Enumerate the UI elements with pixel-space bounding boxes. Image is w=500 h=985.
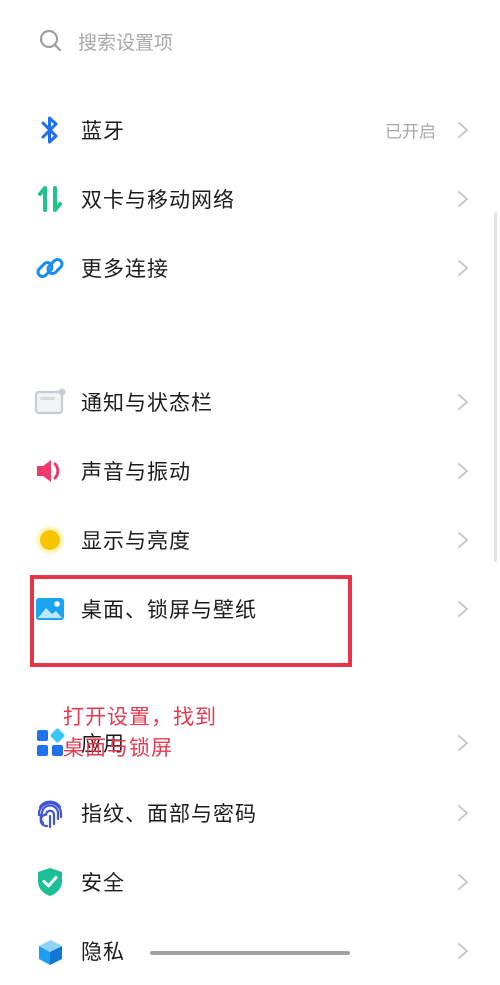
- highlight-box: [30, 575, 352, 667]
- shield-check-icon: [34, 866, 66, 898]
- settings-item-security[interactable]: 安全: [0, 847, 500, 916]
- sun-icon: [34, 524, 66, 556]
- settings-item-label: 蓝牙: [81, 118, 125, 143]
- scrollbar[interactable]: [494, 212, 497, 562]
- notification-bar-icon: [34, 386, 66, 418]
- settings-item-sound[interactable]: 声音与振动: [0, 436, 500, 505]
- dual-sim-icon: [34, 183, 66, 215]
- chevron-right-icon: [458, 393, 468, 410]
- chevron-right-icon: [458, 531, 468, 548]
- chevron-right-icon: [458, 462, 468, 479]
- annotation-line-1: 打开设置，找到: [63, 705, 217, 729]
- settings-item-display[interactable]: 显示与亮度: [0, 505, 500, 574]
- speaker-icon: [34, 455, 66, 487]
- bluetooth-icon: [34, 114, 66, 146]
- settings-item-label: 双卡与移动网络: [81, 187, 235, 212]
- bluetooth-status: 已开启: [385, 122, 436, 142]
- settings-item-label: 隐私: [81, 939, 125, 964]
- settings-item-label: 显示与亮度: [81, 528, 191, 553]
- annotation-line-2: 桌面与锁屏: [63, 736, 173, 760]
- chevron-right-icon: [458, 942, 468, 959]
- settings-item-bluetooth[interactable]: 蓝牙 已开启: [0, 95, 500, 164]
- search-icon: [39, 29, 62, 52]
- settings-item-label: 通知与状态栏: [81, 390, 213, 415]
- chevron-right-icon: [458, 600, 468, 617]
- annotation-text: 打开设置，找到 桌面与锁屏: [63, 702, 283, 764]
- settings-item-dual-sim[interactable]: 双卡与移动网络: [0, 164, 500, 233]
- search-placeholder: 搜索设置项: [78, 31, 174, 54]
- chevron-right-icon: [458, 804, 468, 821]
- settings-item-label: 更多连接: [81, 256, 169, 281]
- chevron-right-icon: [458, 734, 468, 751]
- chevron-right-icon: [458, 190, 468, 207]
- apps-grid-icon: [34, 727, 66, 759]
- settings-item-label: 指纹、面部与密码: [81, 801, 257, 826]
- settings-item-notifications[interactable]: 通知与状态栏: [0, 367, 500, 436]
- privacy-icon: [34, 935, 66, 967]
- home-indicator[interactable]: [150, 951, 350, 955]
- settings-item-more-connections[interactable]: 更多连接: [0, 233, 500, 302]
- chevron-right-icon: [458, 259, 468, 276]
- fingerprint-icon: [34, 797, 66, 829]
- search-bar[interactable]: 搜索设置项: [38, 26, 173, 56]
- link-icon: [34, 252, 66, 284]
- chevron-right-icon: [458, 873, 468, 890]
- settings-item-label: 安全: [81, 870, 125, 895]
- settings-item-label: 声音与振动: [81, 459, 191, 484]
- chevron-right-icon: [458, 121, 468, 138]
- settings-item-fingerprint[interactable]: 指纹、面部与密码: [0, 778, 500, 847]
